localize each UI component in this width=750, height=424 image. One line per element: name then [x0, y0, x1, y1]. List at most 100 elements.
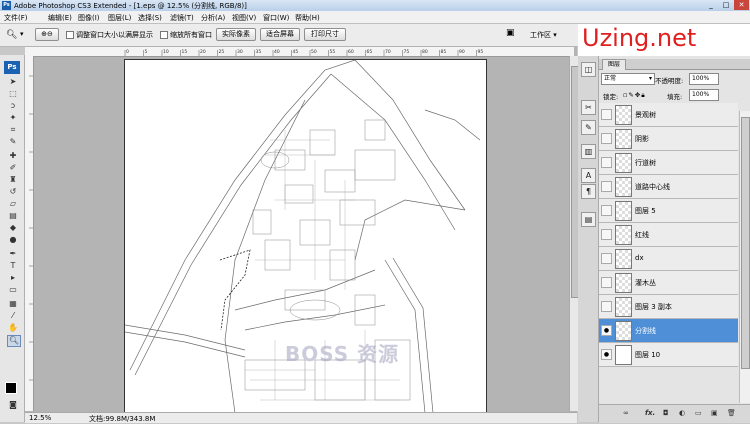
character-panel-icon[interactable]: A — [581, 168, 596, 183]
visibility-toggle[interactable] — [601, 253, 612, 264]
navigator-panel-icon[interactable]: ◫ — [581, 62, 596, 77]
workspace-menu[interactable]: 工作区 ▾ — [530, 30, 557, 40]
layer-row-jingguanshu[interactable]: 景观树 — [599, 103, 738, 127]
minimize-button[interactable]: _ — [704, 0, 718, 10]
clone-stamp-tool-icon[interactable]: ♜ — [7, 175, 19, 185]
options-bar: 🔍︎ ▾ ⊕⊖ 调整窗口大小以满屏显示 缩放所有窗口 实际像素 适合屏幕 打印尺… — [0, 24, 578, 47]
layer-row-hongxian[interactable]: 红线 — [599, 223, 738, 247]
layer-row-dx[interactable]: dx — [599, 247, 738, 271]
blend-mode-select[interactable]: 正常 ▾ — [601, 73, 655, 85]
link-icon[interactable]: ∞ — [623, 409, 629, 417]
layer-row-layer-3-copy[interactable]: 图层 3 副本 — [599, 295, 738, 319]
eyedropper-sample-tool-icon[interactable]: ⁄ — [7, 311, 19, 321]
ruler-tick-label: 15 — [182, 49, 188, 55]
zoom-tool-active-icon[interactable]: 🔍︎ — [7, 335, 21, 347]
visibility-toggle[interactable] — [601, 181, 612, 192]
opacity-input[interactable]: 100% — [689, 73, 719, 85]
close-button[interactable]: ✕ — [734, 0, 749, 10]
type-tool-icon[interactable]: T — [7, 261, 19, 271]
mask-icon[interactable]: ◘ — [663, 409, 669, 417]
lock-icons[interactable]: ▫✎✥🔒︎ — [623, 91, 646, 100]
adjustment-icon[interactable]: ◐ — [679, 409, 685, 417]
visibility-toggle[interactable] — [601, 277, 612, 288]
menu-select[interactable]: 选择(S) — [138, 13, 162, 23]
magic-wand-tool-icon[interactable]: ✦ — [7, 113, 19, 123]
zoom-level[interactable]: 12.5% — [29, 414, 51, 422]
history-panel-icon[interactable]: ▥ — [581, 144, 596, 159]
zoom-all-checkbox[interactable] — [160, 31, 168, 39]
zoom-tool-icon[interactable]: 🔍︎ — [6, 30, 17, 40]
hand-tool-icon[interactable]: ✋ — [7, 323, 19, 333]
eye-icon[interactable]: ● — [601, 349, 612, 360]
foreground-color-swatch[interactable] — [5, 382, 17, 394]
ruler-tick-label: 60 — [348, 49, 354, 55]
tab-layers[interactable]: 图层 — [602, 59, 626, 70]
visibility-toggle[interactable] — [601, 109, 612, 120]
layers-scrollbar[interactable] — [739, 111, 750, 403]
menu-file[interactable]: 文件(F) — [4, 13, 28, 23]
layers-tab-bar: 图层 — [599, 59, 750, 70]
maximize-button[interactable]: □ — [719, 0, 733, 10]
layers-scrollbar-thumb[interactable] — [741, 117, 750, 369]
eraser-tool-icon[interactable]: ▱ — [7, 199, 19, 209]
layer-row-guanmucong[interactable]: 灌木丛 — [599, 271, 738, 295]
canvas-vertical-scrollbar[interactable] — [569, 56, 579, 411]
visibility-toggle[interactable] — [601, 133, 612, 144]
resize-window-checkbox[interactable] — [66, 31, 74, 39]
horizontal-ruler: 0 5 10 15 20 25 30 35 40 45 50 55 60 65 70 75 80 85 90 95 — [25, 47, 574, 57]
visibility-toggle[interactable] — [601, 229, 612, 240]
marquee-tool-icon[interactable]: ⬚ — [7, 89, 19, 99]
menu-window[interactable]: 窗口(W) — [263, 13, 289, 23]
tools-preset-icon[interactable]: ✂ — [581, 100, 596, 115]
lasso-tool-icon[interactable]: ↄ — [7, 101, 19, 111]
menu-edit[interactable]: 编辑(E) — [48, 13, 72, 23]
layer-row-layer-5[interactable]: 图层 5 — [599, 199, 738, 223]
new-layer-icon[interactable]: ▣ — [711, 409, 718, 417]
dodge-tool-icon[interactable]: ● — [7, 235, 19, 245]
crop-tool-icon[interactable]: ⌗ — [7, 125, 19, 135]
menu-image[interactable]: 图像(I) — [78, 13, 100, 23]
layer-thumbnail — [615, 225, 632, 245]
fx-icon[interactable]: fx. — [645, 409, 655, 417]
healing-brush-tool-icon[interactable]: ✚ — [7, 151, 19, 161]
path-selection-tool-icon[interactable]: ▸ — [7, 273, 19, 283]
move-tool-icon[interactable]: ➤ — [7, 77, 19, 87]
fill-input[interactable]: 100% — [689, 89, 719, 101]
zoom-in-out-toggle[interactable]: ⊕⊖ — [35, 28, 59, 41]
menu-filter[interactable]: 滤镜(T) — [170, 13, 194, 23]
brush-tool-icon[interactable]: ✐ — [7, 163, 19, 173]
menu-view[interactable]: 视图(V) — [232, 13, 256, 23]
gradient-tool-icon[interactable]: ▤ — [7, 211, 19, 221]
shape-tool-icon[interactable]: ▭ — [7, 285, 19, 295]
bridge-icon[interactable]: ▣ — [506, 28, 515, 38]
history-brush-tool-icon[interactable]: ↺ — [7, 187, 19, 197]
print-size-button[interactable]: 打印尺寸 — [304, 28, 346, 41]
menu-layer[interactable]: 图层(L) — [108, 13, 131, 23]
info-panel-icon[interactable]: ▤ — [581, 212, 596, 227]
quick-mask-icon[interactable]: ◙ — [7, 400, 19, 410]
tool-preset-arrow-icon[interactable]: ▾ — [20, 30, 24, 38]
zoom-all-label: 缩放所有窗口 — [170, 31, 212, 39]
menu-help[interactable]: 帮助(H) — [295, 13, 320, 23]
fit-screen-button[interactable]: 适合屏幕 — [260, 28, 300, 41]
menu-analysis[interactable]: 分析(A) — [201, 13, 225, 23]
layer-row-fengexian[interactable]: ● 分割线 — [599, 319, 738, 343]
notes-tool-icon[interactable]: ▦ — [7, 299, 19, 309]
visibility-toggle[interactable] — [601, 301, 612, 312]
eyedropper-tool-icon[interactable]: ✎ — [7, 137, 19, 147]
blur-tool-icon[interactable]: ◆ — [7, 223, 19, 233]
folder-icon[interactable]: ▭ — [695, 409, 702, 417]
layer-row-road-center[interactable]: 道路中心线 — [599, 175, 738, 199]
ruler-tick-label: 45 — [293, 49, 299, 55]
layer-row-yinying[interactable]: 阴影 — [599, 127, 738, 151]
eye-icon[interactable]: ● — [601, 325, 612, 336]
layer-row-layer-10[interactable]: ● 图层 10 — [599, 343, 738, 367]
visibility-toggle[interactable] — [601, 205, 612, 216]
layer-row-xingdaoshu[interactable]: 行道树 — [599, 151, 738, 175]
trash-icon[interactable]: 🗑︎ — [727, 409, 736, 417]
pen-tool-icon[interactable]: ✒ — [7, 249, 19, 259]
visibility-toggle[interactable] — [601, 157, 612, 168]
brushes-panel-icon[interactable]: ✎ — [581, 120, 596, 135]
paragraph-panel-icon[interactable]: ¶ — [581, 184, 596, 199]
actual-pixels-button[interactable]: 实际像素 — [216, 28, 256, 41]
